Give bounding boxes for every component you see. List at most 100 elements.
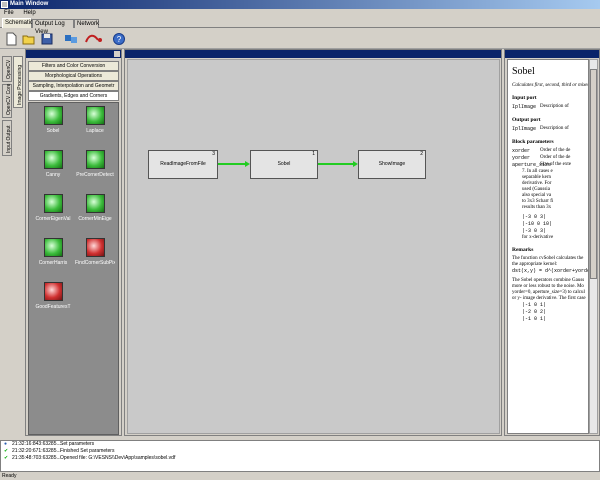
- param-name: xorder: [512, 148, 531, 154]
- svg-text:?: ?: [117, 35, 122, 44]
- block-cornereigenval[interactable]: CornerEigenVal: [33, 194, 73, 228]
- remarks-formula: dst(x,y) = d^(xorder+yorder)src/dx: [512, 268, 588, 274]
- aperture-line: 7. In all cases e: [522, 169, 553, 174]
- param-row: yorder Order of the de: [512, 155, 584, 161]
- side-tab-label: OpenCV: [6, 59, 12, 79]
- block-precornerdetect[interactable]: PreCornerDetect: [75, 150, 115, 184]
- port-type: IplImage: [512, 126, 537, 132]
- title-bar[interactable]: Main Window: [0, 0, 600, 9]
- remarks-line: or y- image derivative. The first case: [512, 296, 586, 301]
- block-label: FindCornerSubPix: [75, 260, 115, 266]
- new-file-icon[interactable]: [4, 32, 18, 46]
- block-icon: [85, 150, 105, 169]
- kernel-row: |-3 0 3|: [522, 228, 547, 234]
- tab-network[interactable]: Network: [74, 19, 99, 28]
- tab-output-log-view[interactable]: Output Log View: [32, 19, 74, 35]
- check-icon: ✔: [4, 448, 9, 454]
- category-sampling[interactable]: Sampling, Interpolation and Geometr: [28, 81, 119, 91]
- category-gradients-edges[interactable]: Gradients, Edges and Corners: [28, 91, 119, 101]
- close-icon[interactable]: [114, 51, 120, 57]
- main-tab-strip: Schematic Output Log View Network: [0, 17, 600, 35]
- log-message: Finished Set parameters: [60, 448, 115, 454]
- port-desc: Description of: [540, 104, 569, 109]
- block-label: Canny: [45, 172, 61, 178]
- build-icon[interactable]: [64, 32, 78, 46]
- side-tab-opencv[interactable]: OpenCV: [2, 56, 12, 82]
- port-desc: Description of: [540, 126, 569, 131]
- schematic-pane: 3 ReadImageFromFile 1 Sobel 2 ShowImage: [124, 49, 502, 436]
- scrollbar-thumb[interactable]: [590, 69, 597, 279]
- node-label: ReadImageFromFile: [160, 161, 206, 167]
- kernel-row: |-10 0 10|: [522, 221, 553, 227]
- main-window: Main Window File Help Schematic Output L…: [0, 0, 600, 480]
- app-icon: [1, 1, 8, 8]
- menu-file[interactable]: File: [4, 10, 14, 16]
- input-port-row: IplImage Description of: [512, 104, 584, 110]
- save-icon[interactable]: [40, 32, 54, 46]
- block-canny[interactable]: Canny: [33, 150, 73, 184]
- node-number: 3: [212, 151, 215, 157]
- schematic-canvas[interactable]: 3 ReadImageFromFile 1 Sobel 2 ShowImage: [127, 59, 500, 434]
- help-header: [505, 50, 599, 58]
- block-cornermineige[interactable]: CornerMinEige: [75, 194, 115, 228]
- window-title: Main Window: [10, 1, 49, 7]
- block-findcornersubpix[interactable]: FindCornerSubPix: [75, 238, 115, 272]
- block-goodfeatures[interactable]: GoodFeaturesT: [33, 282, 73, 316]
- remarks-line: more or less robust to the noise. Mo: [512, 284, 584, 289]
- side-tab-image-processing[interactable]: Image Processing: [13, 56, 23, 108]
- kernel-row: |-1 0 1|: [522, 316, 547, 322]
- category-filters-color[interactable]: Filters and Color Conversion: [28, 61, 119, 71]
- aperture-line: used (Gaussia: [522, 187, 550, 192]
- side-tab-input-output[interactable]: Input Output: [2, 120, 12, 156]
- block-icon: [85, 194, 105, 213]
- run-icon[interactable]: [84, 32, 104, 46]
- log-row[interactable]: ✔ 21:35:48:703:63285...Opened file: G:\VE…: [1, 455, 599, 462]
- tab-label: Network: [77, 21, 100, 27]
- output-port-heading: Output port: [512, 117, 541, 123]
- status-text: Ready: [2, 473, 17, 479]
- block-icon: [43, 238, 63, 257]
- block-label: CornerEigenVal: [35, 216, 71, 222]
- block-icon: [85, 106, 105, 125]
- log-row[interactable]: ✔ 21:32:20:671:63285...Finished Set param…: [1, 448, 599, 455]
- block-cornerharris[interactable]: CornerHarris: [33, 238, 73, 272]
- log-time: 21:35:48:703:63285...: [12, 455, 61, 461]
- kernel-row: |-1 0 1|: [522, 302, 547, 308]
- info-icon: ●: [4, 441, 8, 447]
- help-icon[interactable]: ?: [112, 32, 126, 46]
- tab-schematic[interactable]: Schematic: [2, 18, 33, 28]
- help-title: Sobel: [512, 66, 535, 77]
- open-folder-icon[interactable]: [22, 32, 36, 46]
- block-laplace[interactable]: Laplace: [75, 106, 115, 140]
- side-tab-opencv-core[interactable]: OpenCV Core: [2, 84, 12, 118]
- node-number: 2: [420, 151, 423, 157]
- check-icon: ✔: [4, 455, 9, 461]
- aperture-line: also special va: [522, 193, 552, 198]
- block-palette: Filters and Color Conversion Morphologic…: [25, 49, 122, 436]
- log-time: 21:32:20:671:63285...: [12, 448, 61, 454]
- node-showimage[interactable]: 2 ShowImage: [358, 150, 426, 179]
- help-scrollbar[interactable]: [589, 59, 598, 434]
- remarks-heading: Remarks: [512, 247, 534, 253]
- output-port-row: IplImage Description of: [512, 126, 584, 132]
- block-label: Laplace: [86, 128, 104, 134]
- block-icon: [43, 194, 63, 213]
- param-desc: Size of the exte: [540, 162, 571, 167]
- status-bar: Ready: [0, 472, 600, 480]
- menu-help[interactable]: Help: [23, 10, 35, 16]
- category-morphological[interactable]: Morphological Operations: [28, 71, 119, 81]
- block-sobel[interactable]: Sobel: [33, 106, 73, 140]
- param-row: aperture_size Size of the exte: [512, 162, 584, 168]
- side-tab-label: OpenCV Core: [6, 83, 12, 115]
- for-text: for x-derivative: [522, 235, 554, 240]
- block-label: Sobel: [46, 128, 60, 134]
- node-readimagefromfile[interactable]: 3 ReadImageFromFile: [148, 150, 218, 179]
- kernel-row: |-3 0 3|: [522, 214, 547, 220]
- side-tab-label: Input Output: [6, 125, 12, 153]
- palette-header: [26, 50, 121, 58]
- remarks-line: The Sobel operators combine Gauss: [512, 278, 585, 283]
- log-row[interactable]: ● 21:32:16:843:63285...Set parameters: [1, 441, 599, 448]
- help-document: Sobel Calculates first, second, third or…: [507, 59, 589, 434]
- node-sobel[interactable]: 1 Sobel: [250, 150, 318, 179]
- aperture-line: results than 3x: [522, 205, 552, 210]
